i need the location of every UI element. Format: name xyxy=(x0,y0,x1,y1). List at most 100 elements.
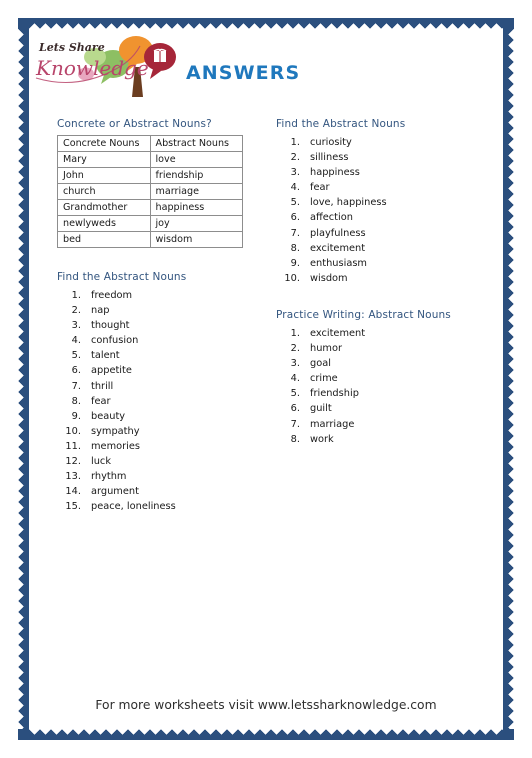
list-item: 5. friendship xyxy=(276,386,476,401)
list-item: 10. sympathy xyxy=(57,424,257,439)
list-item-label: nap xyxy=(91,305,110,317)
list-item-label: friendship xyxy=(310,388,359,400)
answer-list-left: 1. freedom 2. nap 3. thought 4. confusion 5.… xyxy=(57,288,257,514)
table-cell-concrete: newlyweds xyxy=(57,215,151,232)
section-heading-practice-writing: Practice Writing: Abstract Nouns xyxy=(276,308,451,321)
list-item-label: talent xyxy=(91,350,120,362)
list-number: 4. xyxy=(71,335,81,347)
list-number: 1. xyxy=(290,137,300,148)
list-number: 3. xyxy=(71,320,81,332)
left-column: Concrete or Abstract Nouns? Concrete Nou… xyxy=(57,118,257,514)
table-cell-abstract: wisdom xyxy=(149,231,243,248)
list-item-label: luck xyxy=(91,456,111,468)
list-number: 7. xyxy=(290,227,300,239)
border-right-zigzag xyxy=(503,18,514,740)
border-corner-bottom-left xyxy=(18,729,29,740)
list-number: 8. xyxy=(71,395,81,407)
list-item-label: fear xyxy=(310,182,330,194)
list-item-label: fear xyxy=(91,395,111,407)
list-item: 6. affection xyxy=(276,210,476,225)
list-number: 15. xyxy=(65,501,81,513)
list-number: 4. xyxy=(290,182,300,194)
worksheet-page: Lets Share Knowledge ANSWERS Concrete or… xyxy=(0,0,532,758)
list-item-label: enthusiasm xyxy=(310,257,367,269)
list-item: 2. nap xyxy=(57,303,257,318)
list-item: 7. marriage xyxy=(276,417,476,432)
list-item-label: argument xyxy=(91,486,139,498)
list-item-label: appetite xyxy=(91,365,132,377)
list-item: 5. love, happiness xyxy=(276,195,476,210)
list-item: 9. enthusiasm xyxy=(276,256,476,271)
list-number: 1. xyxy=(290,327,300,339)
list-number: 3. xyxy=(290,167,300,179)
table-cell-concrete: Mary xyxy=(57,151,151,168)
list-number: 6. xyxy=(290,212,300,224)
nouns-table: Concrete Nouns Abstract Nouns Mary love … xyxy=(57,135,243,248)
list-item-label: thought xyxy=(91,320,130,332)
footer-text: For more worksheets visit www.letssharkn… xyxy=(95,698,437,712)
list-number: 7. xyxy=(290,418,300,430)
table-cell-abstract: joy xyxy=(149,215,243,232)
list-number: 2. xyxy=(290,152,300,164)
list-item-label: crime xyxy=(310,373,338,385)
list-number: 6. xyxy=(290,403,300,415)
list-item-label: marriage xyxy=(310,418,355,430)
table-cell-concrete: bed xyxy=(57,231,151,248)
list-item-label: playfulness xyxy=(310,227,366,239)
list-item-label: beauty xyxy=(91,410,126,422)
list-item: 13. rhythm xyxy=(57,469,257,484)
list-item: 1. freedom xyxy=(57,288,257,303)
list-number: 5. xyxy=(290,388,300,400)
list-item: 9. beauty xyxy=(57,409,257,424)
border-corner-top-right xyxy=(503,18,514,29)
list-item: 11. memories xyxy=(57,439,257,454)
logo-line2-text: Knowledge xyxy=(35,56,149,80)
right-column: Find the Abstract Nouns 1. curiosity 2. si… xyxy=(276,118,476,447)
list-item: 4. crime xyxy=(276,371,476,386)
list-number: 2. xyxy=(290,343,300,355)
list-item: 7. thrill xyxy=(57,379,257,394)
list-number: 2. xyxy=(71,305,81,317)
table-cell-abstract: love xyxy=(149,151,243,168)
list-number: 8. xyxy=(290,242,300,254)
brand-logo: Lets Share Knowledge xyxy=(31,31,201,105)
list-number: 14. xyxy=(65,486,81,498)
list-item-label: sympathy xyxy=(91,425,140,437)
answer-list-right-1: 1. curiosity 2. silliness 3. happiness 4. fe… xyxy=(276,135,476,286)
list-item: 7. playfulness xyxy=(276,226,476,241)
section-heading-find-abstract-nouns-right: Find the Abstract Nouns xyxy=(276,118,406,130)
list-number: 9. xyxy=(71,410,81,422)
table-cell-abstract: happiness xyxy=(149,199,243,216)
list-item-label: rhythm xyxy=(91,471,127,483)
list-number: 6. xyxy=(71,365,81,377)
list-number: 5. xyxy=(71,350,81,362)
section-heading-find-abstract-nouns-left: Find the Abstract Nouns xyxy=(57,271,187,283)
list-item: 14. argument xyxy=(57,484,257,499)
table-header-row: Concrete Nouns Abstract Nouns xyxy=(57,135,243,152)
border-top-zigzag xyxy=(18,18,514,29)
list-item-label: confusion xyxy=(91,335,139,347)
table-col-header-abstract: Abstract Nouns xyxy=(149,135,243,152)
list-item-label: wisdom xyxy=(310,272,348,284)
list-item: 12. luck xyxy=(57,454,257,469)
table-row: Grandmother happiness xyxy=(57,199,243,216)
list-item: 2. humor xyxy=(276,341,476,356)
list-item-label: thrill xyxy=(91,380,114,392)
table-cell-abstract: marriage xyxy=(149,183,243,200)
table-cell-concrete: Grandmother xyxy=(57,199,151,216)
list-item-label: silliness xyxy=(310,152,349,164)
table-cell-concrete: John xyxy=(57,167,151,184)
list-number: 11. xyxy=(65,440,81,452)
border-left-zigzag xyxy=(18,18,29,740)
list-item: 10. wisdom xyxy=(276,271,476,286)
section-heading-concrete-or-abstract: Concrete or Abstract Nouns? xyxy=(57,118,212,130)
table-row: John friendship xyxy=(57,167,243,184)
list-item: 1. curiosity xyxy=(276,135,476,150)
list-item-label: goal xyxy=(310,358,331,370)
list-number: 7. xyxy=(71,380,81,392)
page-header: Lets Share Knowledge ANSWERS xyxy=(29,29,503,107)
list-item: 2. silliness xyxy=(276,150,476,165)
border-corner-bottom-right xyxy=(503,729,514,740)
